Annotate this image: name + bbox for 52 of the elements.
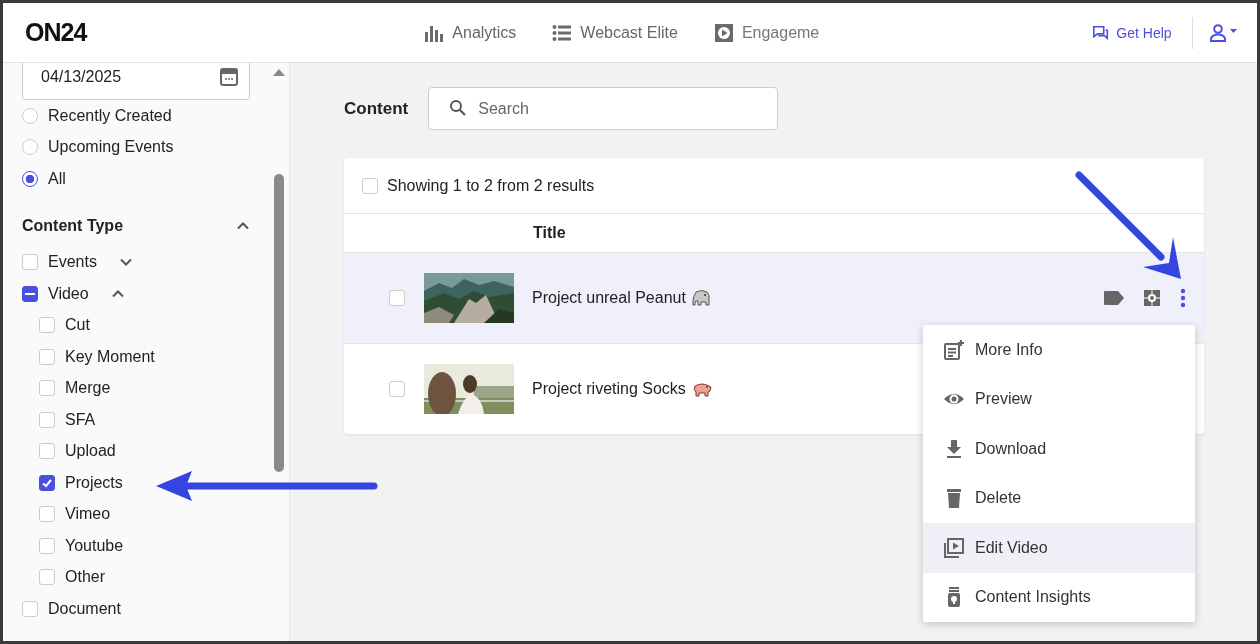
tag-icon[interactable] [1103,290,1125,306]
user-icon [1208,23,1239,42]
play-frame-icon [713,22,734,43]
list-icon [552,22,573,43]
search-icon [449,99,468,117]
calendar-icon [219,66,239,87]
search-field[interactable]: Search [428,87,779,130]
radio-option[interactable]: Upcoming Events [22,131,289,163]
column-header: Title [533,224,566,242]
menu-item[interactable]: Download [923,424,1195,474]
row-checkbox[interactable] [389,381,405,397]
checkbox-option[interactable]: Youtube [39,530,124,562]
menu-item[interactable]: Preview [923,374,1195,424]
scrollbar-thumb[interactable] [274,174,284,472]
checkbox-option[interactable]: Other [39,561,105,593]
checkbox-option[interactable]: SFA [39,404,96,436]
checkbox-option[interactable]: Video [22,284,89,303]
chat-icon [1092,23,1111,42]
pig-icon [691,380,712,398]
help-link[interactable]: Get Help [1092,23,1172,42]
checkbox-option[interactable]: Key Moment [39,341,155,373]
radio-option[interactable]: Recently Created [22,100,289,132]
nav-link[interactable]: Engageme [713,22,820,43]
checkbox-option[interactable]: Cut [39,309,90,341]
nav-link[interactable]: Webcast Elite [552,22,678,43]
checkbox-option[interactable]: Events [22,253,97,272]
results-summary: Showing 1 to 2 from 2 results [387,176,595,195]
more-options-icon[interactable] [1179,288,1187,308]
target-icon[interactable] [1143,289,1161,307]
checkbox-option[interactable]: Vimeo [39,498,111,530]
elephant-icon [691,289,712,307]
checkbox-option[interactable]: Projects [39,467,123,499]
radio-option[interactable]: All [22,163,289,195]
user-menu-button[interactable] [1208,23,1239,42]
checkbox-option[interactable]: Document [22,599,121,618]
logo: ON24 [25,18,87,47]
menu-item[interactable]: Delete [923,473,1195,523]
checkbox-option[interactable]: Merge [39,372,111,404]
content-title[interactable]: Project unreal Peanut [532,289,686,307]
content-title[interactable]: Project riveting Socks [532,380,686,398]
note-add-icon [943,338,965,361]
checkbox-option[interactable]: Upload [39,435,116,467]
menu-item[interactable]: Content Insights [923,572,1195,622]
highlighted-row[interactable]: Project unreal Peanut [344,253,1204,344]
video-library-icon [943,536,965,559]
nav-link[interactable]: Analytics [424,22,517,43]
section-title: Content Type [22,216,124,235]
select-all-checkbox[interactable] [362,177,378,194]
menu-item[interactable]: Edit Video [923,523,1195,573]
row-checkbox[interactable] [389,290,405,306]
date-field[interactable]: 04/13/2025 [22,63,250,100]
page-title: Content [344,98,409,119]
